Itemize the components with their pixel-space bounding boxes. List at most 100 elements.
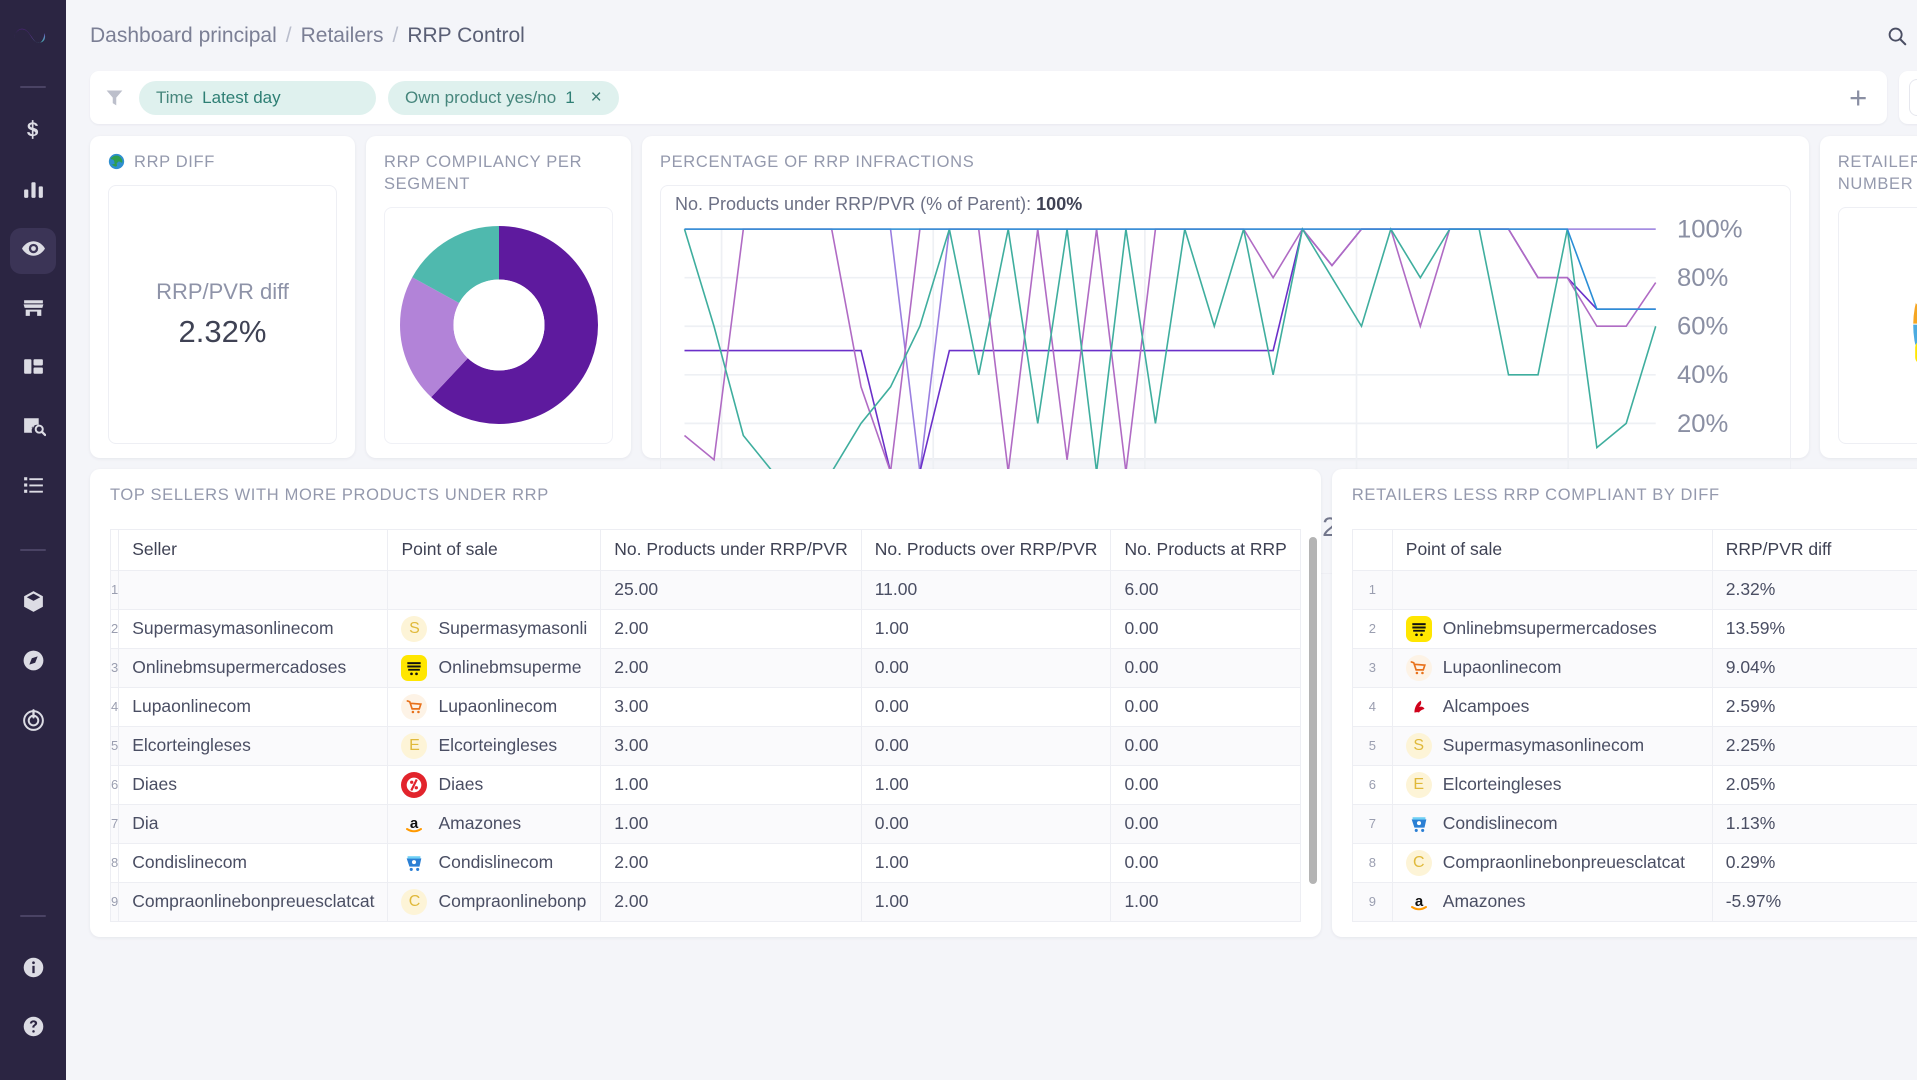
sidebar-item-help[interactable] <box>10 1006 56 1052</box>
filterbar-wrap: Time Latest day Own product yes/no 1 × +… <box>66 71 1917 124</box>
sidebar-item-pricing[interactable] <box>10 110 56 156</box>
brand-logo[interactable] <box>10 14 56 60</box>
sidebar-item-dashboard[interactable] <box>10 346 56 392</box>
filter-chip-own-product-value: 1 <box>565 87 575 107</box>
filter-chip-time[interactable]: Time Latest day <box>139 80 376 115</box>
cell-rrp-diff: 2.59% <box>1711 686 1917 727</box>
sidebar-item-products[interactable] <box>10 581 56 627</box>
card-title: PERCENTAGE OF RRP INFRACTIONS <box>660 152 1791 174</box>
column-header[interactable]: No. Products over RRP/PVR <box>860 528 1112 571</box>
sidebar-item-catalog[interactable] <box>10 464 56 510</box>
letter-logo-icon: E <box>1405 771 1432 798</box>
add-new-button[interactable]: + ADD NEW <box>1909 79 1917 116</box>
row-index: 3 <box>109 647 120 688</box>
breadcrumb-item-1[interactable]: Retailers <box>301 24 384 48</box>
breadcrumb-item-2[interactable]: RRP Control <box>407 24 525 48</box>
column-header[interactable]: RRP/PVR diff <box>1711 528 1917 571</box>
table-row[interactable]: 7 Condislinecom 1.13% <box>1351 803 1917 844</box>
filter-chip-own-product[interactable]: Own product yes/no 1 × <box>388 80 619 115</box>
cell-rrp-diff: -5.97% <box>1711 881 1917 922</box>
left-table-scrollbar[interactable] <box>1308 537 1317 931</box>
column-header[interactable] <box>1351 528 1393 571</box>
letter-logo-icon: S <box>1405 732 1432 759</box>
cell-products-at: 0.00 <box>1110 764 1301 805</box>
breadcrumb-item-0[interactable]: Dashboard principal <box>90 24 277 48</box>
pos-name: Amazones <box>438 813 522 834</box>
line-chart-subtitle: No. Products under RRP/PVR (% of Parent)… <box>661 186 1790 219</box>
card-top-sellers: TOP SELLERS WITH MORE PRODUCTS UNDER RRP… <box>90 469 1321 937</box>
segment-donut-chart[interactable] <box>399 226 598 425</box>
svg-text:a: a <box>410 815 419 832</box>
sidebar-item-explore[interactable] <box>10 640 56 686</box>
cell-products-over: 11.00 <box>860 569 1112 610</box>
sidebar-divider-bottom <box>20 915 46 917</box>
letter-logo-icon: E <box>401 732 428 759</box>
sidebar-item-analytics[interactable] <box>10 169 56 215</box>
card-percentage-rrp-infractions: PERCENTAGE OF RRP INFRACTIONS No. Produc… <box>642 136 1809 574</box>
close-icon[interactable]: × <box>591 88 602 107</box>
retailers-diff-table: Point of sale RRP/PVR diff 1 2.32% 2 Onlinebm… <box>1351 528 1917 922</box>
sidebar-item-image-search[interactable] <box>10 405 56 451</box>
table-row[interactable]: 9 Compraonlinebonpreuesclatcat C Compraonli… <box>109 881 1301 922</box>
row-index: 1 <box>1351 569 1393 610</box>
sidebar-item-info[interactable] <box>10 947 56 993</box>
table-header-row: Seller Point of sale No. Products under RR… <box>109 528 1301 571</box>
table-row[interactable]: 9 a Amazones -5.97% <box>1351 881 1917 922</box>
column-header[interactable]: Seller <box>118 528 389 571</box>
table-row[interactable]: 1 25.00 11.00 6.00 <box>109 569 1301 610</box>
empty-logo <box>401 577 427 603</box>
sidebar-item-store[interactable] <box>10 287 56 333</box>
scrollbar-thumb[interactable] <box>1308 537 1317 884</box>
table-row[interactable]: 7 Dia a Amazones 1.00 0.00 0.00 <box>109 803 1301 844</box>
pos-name: Elcorteingleses <box>1442 774 1562 795</box>
cell-rrp-diff: 2.32% <box>1711 569 1917 610</box>
column-header[interactable]: No. Products under RRP/PVR <box>600 528 862 571</box>
table-row[interactable]: 5 Elcorteingleses E Elcorteingleses 3.00 0.00… <box>109 725 1301 766</box>
row-index: 4 <box>109 686 120 727</box>
row-index: 5 <box>109 725 120 766</box>
cell-point-of-sale: C Compraonlinebonpreuesclatcat <box>1391 842 1713 883</box>
column-header[interactable]: No. Products at RRP <box>1110 528 1301 571</box>
table-row[interactable]: 6 Diaes Diaes 1.00 1.00 0.00 <box>109 764 1301 805</box>
filter-chip-time-label: Time <box>156 87 194 107</box>
pos-name: Compraonlinebonpreuesclatcat <box>1442 852 1685 873</box>
column-header[interactable]: Point of sale <box>387 528 602 571</box>
table-row[interactable]: 4 Alcampoes 2.59% <box>1351 686 1917 727</box>
table-row[interactable]: 5 S Supermasymasonlinecom 2.25% <box>1351 725 1917 766</box>
table-row[interactable]: 3 Onlinebmsupermercadoses Onlinebmsuperme 2… <box>109 647 1301 688</box>
filter-funnel-icon[interactable] <box>104 87 125 108</box>
cell-seller: Compraonlinebonpreuesclatcat <box>118 881 389 922</box>
table-row[interactable]: 2 Onlinebmsupermercadoses 13.59% <box>1351 608 1917 649</box>
cell-products-at: 0.00 <box>1110 803 1301 844</box>
sidebar-item-monitoring[interactable] <box>10 228 56 274</box>
sidebar-item-power[interactable] <box>10 699 56 745</box>
sidebar-divider-mid <box>20 549 46 551</box>
cell-products-at: 1.00 <box>1110 881 1301 922</box>
table-row[interactable]: 8 C Compraonlinebonpreuesclatcat 0.29% <box>1351 842 1917 883</box>
table-row[interactable]: 4 Lupaonlinecom Lupaonlinecom 3.00 0.00 0.00 <box>109 686 1301 727</box>
cell-seller: Supermasymasonlinecom <box>118 608 389 649</box>
table-row[interactable]: 1 2.32% <box>1351 569 1917 610</box>
search-box[interactable] <box>1886 24 1917 47</box>
empty-logo <box>1406 577 1432 603</box>
row-index: 1 <box>109 569 120 610</box>
left-table-scroll[interactable]: Seller Point of sale No. Products under RR… <box>90 528 1321 937</box>
table-row[interactable]: 8 Condislinecom Condislinecom 2.00 1.00 0.00 <box>109 842 1301 883</box>
card-title-text: RRP COMPILANCY PER SEGMENT <box>384 153 583 193</box>
bm-supermercados-icon <box>1405 615 1432 642</box>
question-circle-icon <box>21 1014 46 1044</box>
column-header[interactable] <box>109 528 120 571</box>
table-row[interactable]: 3 Lupaonlinecom 9.04% <box>1351 647 1917 688</box>
cell-point-of-sale: S Supermasymasonlinecom <box>1391 725 1713 766</box>
sidebar-divider-top <box>20 86 46 88</box>
table-row[interactable]: 6 E Elcorteingleses 2.05% <box>1351 764 1917 805</box>
action-button-group: + ADD NEW CLONE <box>1899 71 1917 124</box>
eye-icon <box>21 236 46 266</box>
retailer-donut-chart[interactable]: AaC🛒C🛒C <box>1900 218 1917 432</box>
right-table-scroll[interactable]: Point of sale RRP/PVR diff 1 2.32% 2 Onlinebm… <box>1332 528 1917 937</box>
cell-seller: Diaes <box>118 764 389 805</box>
add-filter-button[interactable]: + <box>1841 82 1875 113</box>
column-header[interactable]: Point of sale <box>1391 528 1713 571</box>
pos-name: Onlinebmsupermercadoses <box>1442 618 1657 639</box>
table-row[interactable]: 2 Supermasymasonlinecom S Supermasymasonli 2… <box>109 608 1301 649</box>
